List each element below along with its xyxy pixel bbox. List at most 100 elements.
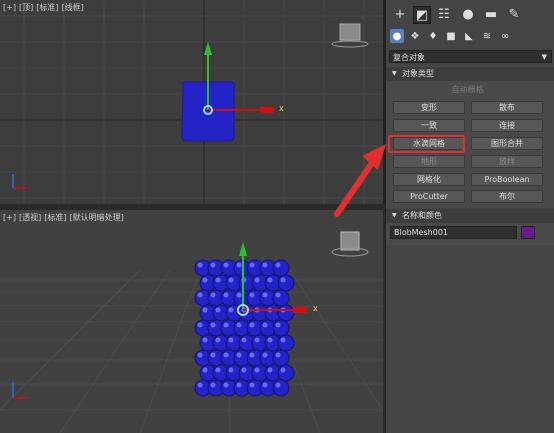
systems-icon[interactable]: ∞ — [498, 29, 512, 43]
btn-procutter[interactable]: ProCutter — [393, 190, 465, 203]
btn-boolean[interactable]: 布尔 — [471, 190, 543, 203]
blob-sphere-highlight — [275, 382, 281, 388]
btn-morph[interactable]: 变形 — [393, 101, 465, 114]
blob-sphere-highlight — [280, 367, 286, 373]
blob-sphere-highlight — [275, 352, 281, 358]
command-panel-tabs: + ◩ ☷ ● ▬ ✎ — [386, 0, 554, 26]
blob-sphere-highlight — [210, 382, 216, 388]
collapse-triangle-icon: ▼ — [392, 212, 397, 219]
blob-sphere-highlight — [223, 322, 229, 328]
blob-sphere-highlight — [275, 262, 281, 268]
gizmo-x-label-persp: x — [313, 304, 318, 313]
axis-tripod-top-icon — [12, 174, 27, 189]
blob-sphere — [277, 364, 295, 382]
blob-sphere-highlight — [241, 367, 247, 373]
hierarchy-tab-icon[interactable]: ☷ — [436, 6, 452, 22]
object-color-swatch[interactable] — [521, 226, 535, 239]
blob-sphere-highlight — [275, 322, 281, 328]
perspective-viewport-grid — [0, 231, 383, 433]
lights-icon[interactable]: ♦ — [426, 29, 440, 43]
blob-sphere-highlight — [236, 292, 242, 298]
blob-sphere-highlight — [223, 352, 229, 358]
blob-sphere-highlight — [267, 277, 273, 283]
blob-sphere-highlight — [197, 322, 203, 328]
blob-sphere — [277, 334, 295, 352]
btn-scatter[interactable]: 散布 — [471, 101, 543, 114]
blob-sphere-highlight — [262, 322, 268, 328]
display-tab-icon[interactable]: ▬ — [483, 6, 499, 22]
collapse-triangle-icon: ▼ — [392, 70, 397, 77]
blob-sphere-highlight — [228, 367, 234, 373]
btn-terrain[interactable]: 地形 — [393, 155, 465, 168]
blob-sphere-highlight — [267, 367, 273, 373]
blob-sphere-highlight — [249, 322, 255, 328]
blob-sphere-highlight — [254, 277, 260, 283]
blob-sphere-highlight — [262, 292, 268, 298]
btn-mesher[interactable]: 网格化 — [393, 173, 465, 186]
blob-sphere-highlight — [210, 352, 216, 358]
create-tab-icon[interactable]: + — [392, 6, 408, 22]
blobmesh-perspective — [194, 259, 295, 397]
btn-proboolean[interactable]: ProBoolean — [471, 173, 543, 186]
top-viewport-grid — [0, 0, 383, 204]
autogrid-checkbox[interactable]: 自动栅格 — [389, 83, 546, 96]
blob-sphere — [272, 379, 290, 397]
persp-viewport-label[interactable]: [+] [透视] [标准] [默认明暗处理] — [3, 212, 127, 223]
blob-sphere — [272, 289, 290, 307]
blob-sphere-highlight — [215, 307, 221, 313]
category-dropdown[interactable]: 复合对象 ▼ — [389, 50, 552, 63]
helpers-icon[interactable]: ◣ — [462, 29, 476, 43]
blob-sphere-highlight — [210, 292, 216, 298]
blob-sphere-highlight — [197, 292, 203, 298]
blobmesh-highlight-box — [388, 135, 465, 153]
blob-sphere-highlight — [215, 337, 221, 343]
blob-sphere-highlight — [228, 277, 234, 283]
blob-sphere-highlight — [262, 382, 268, 388]
blob-sphere-highlight — [241, 337, 247, 343]
object-type-header[interactable]: ▼ 对象类型 — [386, 67, 554, 81]
blob-sphere-highlight — [236, 262, 242, 268]
blob-sphere-highlight — [223, 382, 229, 388]
utilities-tab-icon[interactable]: ✎ — [506, 6, 522, 22]
blob-sphere-highlight — [262, 262, 268, 268]
blob-sphere — [272, 259, 290, 277]
blob-sphere-highlight — [210, 322, 216, 328]
blob-sphere-highlight — [236, 352, 242, 358]
btn-conform[interactable]: 一致 — [393, 119, 465, 132]
blob-sphere-highlight — [275, 292, 281, 298]
blob-sphere-highlight — [223, 262, 229, 268]
blob-sphere-highlight — [202, 367, 208, 373]
viewcube-perspective-icon — [331, 231, 369, 257]
blob-sphere-highlight — [254, 337, 260, 343]
viewport-perspective[interactable]: [+] [透视] [标准] [默认明暗处理] x — [0, 210, 383, 433]
top-viewport-label[interactable]: [+] [顶] [标准] [线框] — [3, 2, 87, 13]
btn-shapemerge[interactable]: 图形合并 — [471, 137, 543, 150]
blob-sphere-highlight — [280, 337, 286, 343]
btn-connect[interactable]: 连接 — [471, 119, 543, 132]
blob-sphere-highlight — [197, 352, 203, 358]
blob-sphere-highlight — [197, 262, 203, 268]
blob-sphere-highlight — [236, 382, 242, 388]
blob-sphere-highlight — [202, 277, 208, 283]
geometry-icon[interactable]: ● — [390, 29, 404, 43]
blob-sphere-highlight — [197, 382, 203, 388]
blob-sphere — [277, 274, 295, 292]
chevron-down-icon: ▼ — [541, 53, 547, 61]
shapes-icon[interactable]: ❖ — [408, 29, 422, 43]
blob-sphere-highlight — [228, 337, 234, 343]
blob-sphere-highlight — [249, 292, 255, 298]
object-name-field[interactable]: BlobMesh001 — [390, 226, 517, 239]
blob-sphere-highlight — [267, 337, 273, 343]
blob-sphere-highlight — [249, 382, 255, 388]
blob-sphere-highlight — [202, 337, 208, 343]
cameras-icon[interactable]: ■ — [444, 29, 458, 43]
motion-tab-icon[interactable]: ● — [460, 6, 476, 22]
blob-sphere-highlight — [249, 262, 255, 268]
modify-tab-icon[interactable]: ◩ — [413, 6, 431, 24]
space-warps-icon[interactable]: ≋ — [480, 29, 494, 43]
blob-sphere-highlight — [228, 307, 234, 313]
btn-loft[interactable]: 放样 — [471, 155, 543, 168]
viewport-top[interactable]: [+] [顶] [标准] [线框] x — [0, 0, 385, 204]
blob-sphere-highlight — [215, 367, 221, 373]
name-color-header[interactable]: ▼ 名称和颜色 — [386, 209, 554, 223]
